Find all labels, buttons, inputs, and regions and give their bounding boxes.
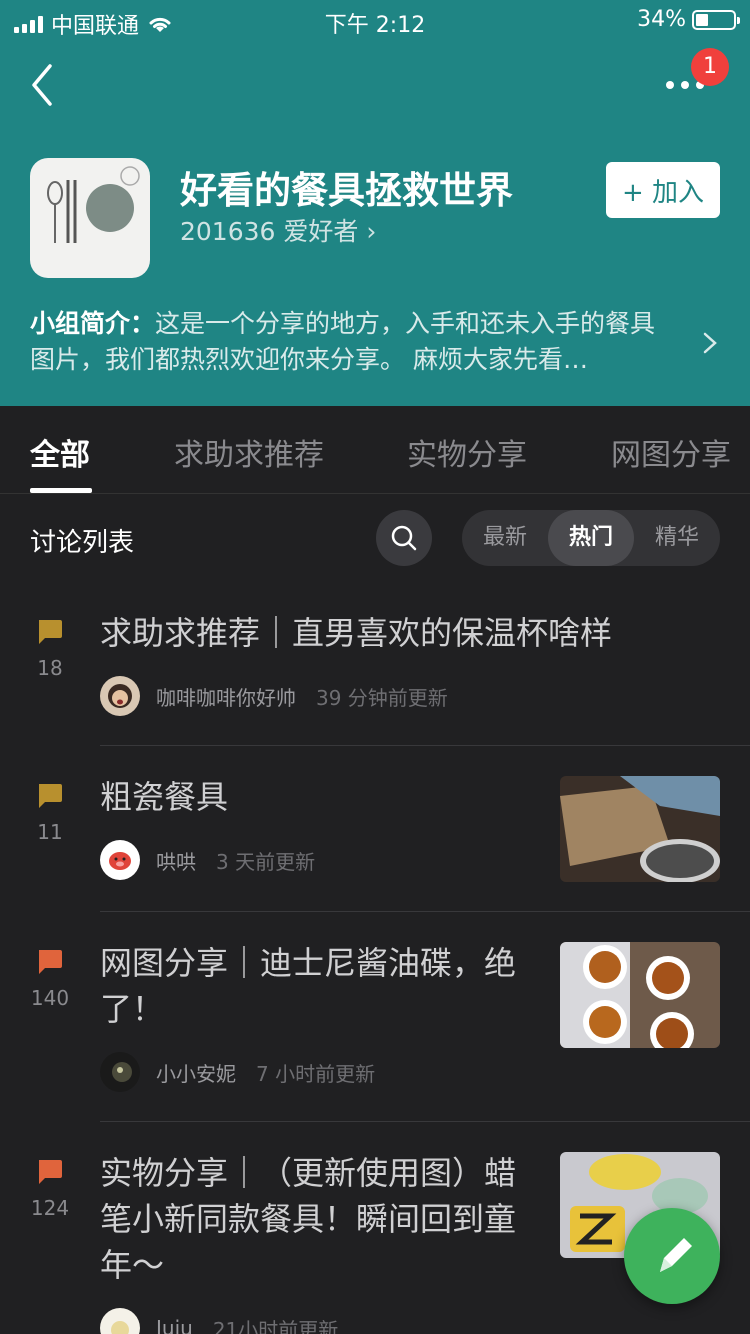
- avatar: [100, 1052, 140, 1092]
- chevron-right-icon: ›: [366, 217, 377, 246]
- join-label: + 加入: [621, 177, 705, 208]
- post-meta: Juju 21小时前更新: [100, 1308, 338, 1334]
- post-title: 粗瓷餐具: [100, 778, 229, 816]
- update-time: 7 小时前更新: [256, 1061, 376, 1086]
- active-tab-indicator: [30, 488, 92, 493]
- author-name: 咖啡咖啡你好帅: [156, 685, 296, 710]
- sort-newest[interactable]: 最新: [462, 510, 548, 566]
- post-meta: 咖啡咖啡你好帅 39 分钟前更新: [100, 676, 448, 716]
- comment-count: 124: [30, 1196, 70, 1220]
- notification-badge: 1: [691, 48, 729, 86]
- comment-bubble-icon: [39, 784, 62, 808]
- avatar: [100, 1308, 140, 1334]
- comment-bubble-icon: [39, 620, 62, 644]
- post-title: 网图分享｜迪士尼酱油碟，绝了！: [100, 944, 517, 1028]
- member-count-label: 201636 爱好者: [180, 217, 359, 246]
- list-item[interactable]: 18 求助求推荐｜直男喜欢的保温杯啥样 咖啡咖啡你好帅 39 分钟前更新: [0, 600, 750, 746]
- comment-count: 18: [37, 656, 63, 680]
- search-button[interactable]: [376, 510, 432, 566]
- tab-web-image-share[interactable]: 网图分享: [611, 430, 731, 474]
- tab-real-share[interactable]: 实物分享: [407, 430, 527, 474]
- list-item[interactable]: 140 网图分享｜迪士尼酱油碟，绝了！ 小小安妮 7 小时前更新: [0, 912, 750, 1122]
- list-item[interactable]: 11 粗瓷餐具 哄哄 3 天前更新: [0, 746, 750, 912]
- member-count[interactable]: 201636 爱好者 ›: [180, 212, 376, 248]
- author-name: 小小安妮: [156, 1061, 236, 1086]
- update-time: 3 天前更新: [216, 849, 316, 874]
- back-arrow-icon[interactable]: [24, 60, 64, 110]
- join-button[interactable]: + 加入: [606, 162, 720, 218]
- discussion-list-title: 讨论列表: [30, 528, 135, 558]
- post-meta: 哄哄 3 天前更新: [100, 840, 315, 880]
- avatar: [100, 676, 140, 716]
- chevron-right-icon[interactable]: [700, 330, 720, 356]
- status-bar: 中国联通 下午 2:12 34%: [0, 0, 750, 40]
- intro-label: 小组简介：: [30, 309, 156, 338]
- group-intro[interactable]: 小组简介：这是一个分享的地方，入手和还未入手的餐具图片，我们都热烈欢迎你来分享。…: [30, 306, 680, 378]
- sort-hot[interactable]: 热门: [548, 510, 634, 566]
- comment-count: 140: [30, 986, 70, 1010]
- comment-bubble-icon: [39, 950, 62, 974]
- tab-all[interactable]: 全部: [30, 430, 90, 474]
- battery-percent: 34%: [637, 7, 686, 32]
- comment-count: 11: [37, 820, 63, 844]
- sort-featured[interactable]: 精华: [634, 510, 720, 566]
- post-meta: 小小安妮 7 小时前更新: [100, 1052, 375, 1092]
- author-name: 哄哄: [156, 849, 196, 874]
- group-logo: [30, 158, 150, 278]
- group-header: 中国联通 下午 2:12 34% 1 好看的餐具拯救世界 201636 爱好者: [0, 0, 750, 406]
- update-time: 39 分钟前更新: [316, 685, 448, 710]
- sort-segmented-control: 最新 热门 精华: [462, 510, 720, 566]
- post-title: 实物分享｜（更新使用图）蜡笔小新同款餐具！瞬间回到童年～: [100, 1154, 517, 1284]
- post-thumbnail: [560, 776, 720, 882]
- group-title: 好看的餐具拯救世界: [180, 169, 513, 212]
- update-time: 21小时前更新: [212, 1317, 339, 1334]
- avatar: [100, 840, 140, 880]
- pencil-icon: [660, 1238, 692, 1272]
- tab-help-recommend[interactable]: 求助求推荐: [174, 430, 324, 474]
- battery-icon: [692, 9, 740, 30]
- comment-bubble-icon: [39, 1160, 62, 1184]
- search-icon: [391, 525, 417, 551]
- post-title: 求助求推荐｜直男喜欢的保温杯啥样: [100, 614, 613, 652]
- author-name: Juju: [156, 1316, 193, 1334]
- post-thumbnail: [560, 942, 720, 1048]
- category-tabs: 全部 求助求推荐 实物分享 网图分享: [0, 406, 750, 494]
- compose-button[interactable]: [624, 1208, 720, 1304]
